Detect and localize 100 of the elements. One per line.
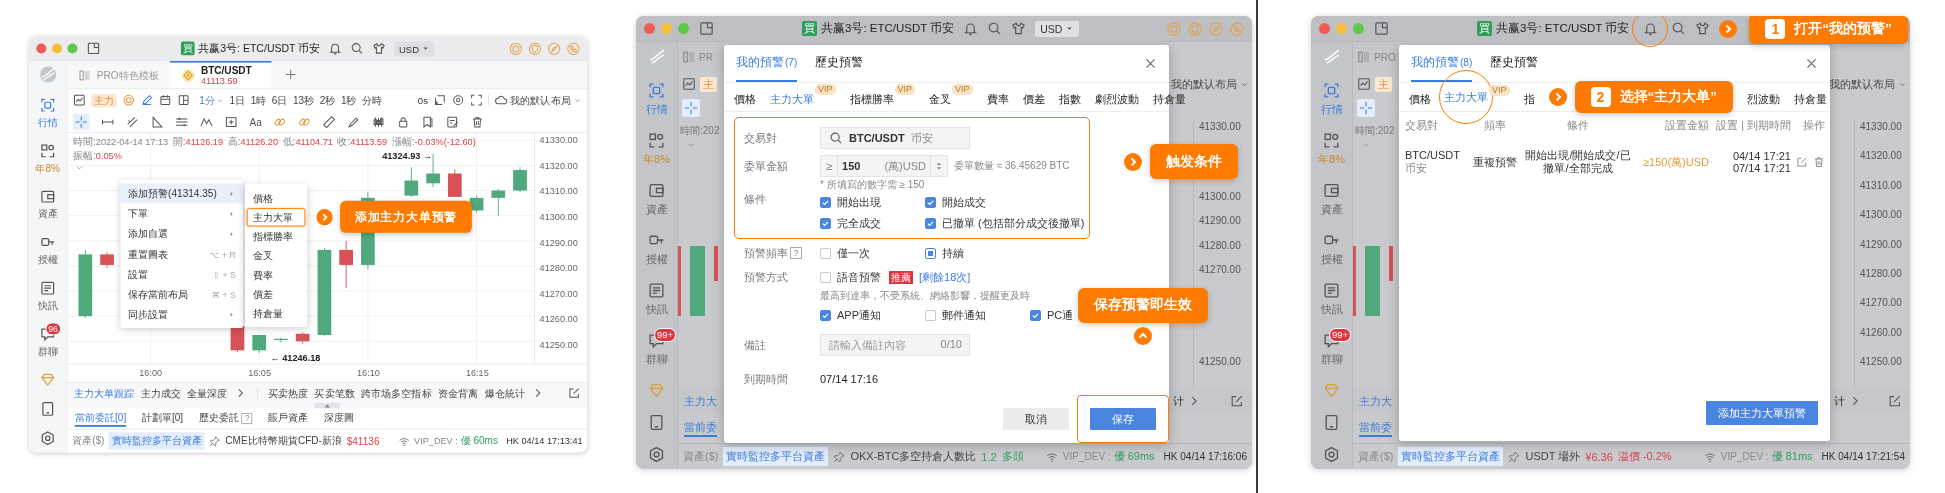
edit-icon[interactable] (1796, 156, 1808, 168)
alert-type-tab[interactable]: 劇烈波動 (1094, 87, 1139, 107)
pen-icon[interactable] (140, 93, 154, 107)
collapse-handle-icon[interactable] (314, 403, 341, 409)
hexagon-badge-icon[interactable] (509, 42, 523, 55)
checkbox[interactable] (820, 271, 831, 283)
shirt-icon[interactable] (1011, 21, 1027, 36)
target-icon[interactable] (451, 93, 465, 107)
chart-icon[interactable] (1357, 77, 1371, 91)
currency-dropdown[interactable]: USD (394, 41, 435, 56)
checkbox[interactable] (1030, 309, 1041, 321)
edit-icon[interactable] (1230, 394, 1244, 408)
checkbox[interactable] (820, 309, 831, 321)
fibonacci-icon[interactable] (175, 115, 189, 129)
shield-icon[interactable] (528, 42, 542, 55)
layout-icon[interactable] (699, 21, 714, 36)
primary-button[interactable]: 添加主力大單預警 (1706, 401, 1818, 425)
bell-icon[interactable] (328, 41, 343, 56)
alert-type-tab[interactable]: 費率 (986, 87, 1009, 107)
amount-field[interactable]: ≥ 150 (萬)USD (820, 155, 948, 177)
pin-icon[interactable] (1508, 450, 1521, 463)
search-icon[interactable] (350, 41, 365, 56)
radio-button[interactable] (925, 247, 936, 259)
link-icon[interactable] (273, 115, 287, 129)
layout-dropdown[interactable]: 我的默认布局 (1171, 76, 1249, 92)
close-button[interactable] (36, 43, 47, 54)
currency-dropdown[interactable]: USD (1035, 20, 1080, 37)
crosshair-icon[interactable] (684, 101, 698, 115)
indicator-tab[interactable]: 买卖笔数 (314, 386, 355, 400)
checkbox[interactable] (820, 197, 831, 208)
interval-button[interactable]: 2秒 (319, 93, 336, 107)
tab[interactable]: 我的預警(8) (1411, 45, 1473, 82)
tablet-icon[interactable] (648, 413, 665, 431)
radio-button[interactable] (820, 247, 831, 259)
shirt-icon[interactable] (1695, 21, 1711, 36)
tablet-icon[interactable] (1323, 413, 1340, 431)
checkbox[interactable] (925, 218, 936, 229)
alert-type-tab[interactable]: 烈波動 (1747, 87, 1780, 107)
sidebar-item[interactable]: 快訊 (29, 273, 67, 319)
candles-icon[interactable] (372, 115, 386, 129)
close-button[interactable] (644, 23, 655, 34)
sidebar-item[interactable]: 快訊 (1311, 274, 1352, 324)
indicator-tab[interactable]: 买卖热度 (267, 386, 309, 400)
phone-icon[interactable] (567, 42, 580, 55)
plus-box-icon[interactable] (224, 115, 238, 129)
chart-icon[interactable] (682, 77, 696, 91)
edit-icon[interactable] (1888, 394, 1902, 408)
trash-icon[interactable] (471, 115, 485, 129)
help-mark[interactable]: ? (790, 247, 802, 259)
text-tool-button[interactable]: Aa (249, 116, 262, 128)
sidebar-item[interactable]: 快訊 (636, 274, 677, 324)
order-tab[interactable]: 歷史委託 (198, 410, 239, 427)
interval-button[interactable]: 1時 (250, 93, 267, 107)
alert-type-tab[interactable]: 主力大單 (770, 87, 814, 107)
alert-type-tab[interactable]: 價格 (1409, 87, 1431, 107)
indicator-tab[interactable]: 计 (1173, 393, 1184, 409)
sidebar-item[interactable]: 授權 (29, 227, 67, 274)
checkbox[interactable] (925, 197, 936, 208)
wave-icon[interactable] (200, 115, 213, 129)
add-tab-icon[interactable] (284, 68, 297, 81)
note-icon[interactable] (446, 115, 460, 129)
bell-icon[interactable] (1642, 21, 1658, 36)
triangle-icon[interactable] (150, 115, 164, 129)
edit-icon[interactable] (567, 386, 581, 400)
monitor-button[interactable]: 實時監控多平台資產 (109, 432, 206, 450)
layout-icon[interactable] (1374, 21, 1389, 36)
calendar-icon[interactable] (158, 93, 172, 107)
brush-icon[interactable] (347, 115, 361, 129)
indicator-tab[interactable]: 资金背离 (438, 386, 479, 400)
tab[interactable]: 歷史預警 (1490, 45, 1539, 82)
coin-icon[interactable] (122, 93, 136, 107)
sidebar-item[interactable]: 資產 (636, 174, 677, 224)
bell-icon[interactable] (963, 21, 979, 36)
indicator-tab[interactable]: 跨市场多空指标 (361, 386, 432, 400)
sidebar-item[interactable]: 群聊 99+ (1311, 324, 1352, 374)
sidebar-item[interactable]: 群聊 96 (29, 318, 67, 365)
indicator-tab[interactable]: 爆仓統计 (484, 386, 525, 400)
indicator-tab[interactable]: 主力大单跟踪 (73, 386, 135, 400)
order-tab[interactable]: 計劃單[0] (141, 410, 184, 427)
interval-button[interactable]: 13秒 (293, 93, 315, 107)
order-tab[interactable]: 深度圖 (324, 410, 355, 427)
settings-icon[interactable] (648, 445, 665, 463)
sidebar-item[interactable]: 資產 (1311, 174, 1352, 224)
checkbox[interactable] (820, 218, 831, 229)
chart-icon[interactable] (72, 93, 86, 107)
menu-item[interactable]: 添加預警(41314.35) (120, 183, 244, 204)
pin-icon[interactable] (833, 450, 846, 463)
crosshair-icon[interactable] (74, 115, 88, 129)
sidebar-item[interactable]: 資產 (29, 181, 67, 228)
menu-item[interactable]: 主力大單 (246, 208, 306, 227)
menu-item[interactable]: 重置圖表 ⌥ + R (120, 243, 244, 264)
symbol-tab[interactable]: BTC/USDT 41113.59 (169, 60, 272, 89)
panels-icon[interactable] (177, 93, 191, 107)
menu-item[interactable]: 設置 ⇧ + S (120, 263, 244, 285)
alert-type-tab[interactable]: 持倉量 (1794, 87, 1827, 107)
sidebar-item[interactable]: 授權 (636, 224, 677, 274)
checkbox[interactable] (925, 309, 936, 321)
monitor-button[interactable]: 實時監控多平台資產 (723, 447, 829, 466)
layout-dropdown[interactable]: 我的默认布局 (494, 93, 582, 107)
primary-button[interactable]: 保存 (1090, 408, 1156, 430)
